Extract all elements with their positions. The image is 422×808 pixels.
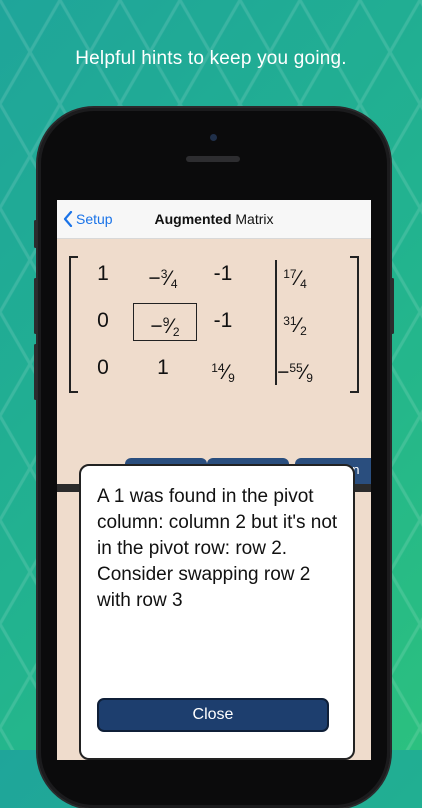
power-button (391, 278, 394, 334)
close-button[interactable]: Close (97, 698, 329, 732)
matrix-cell-r1-c4[interactable]: 17⁄4 (265, 256, 325, 292)
volume-down-button (34, 344, 37, 400)
matrix-cell-r1-c3[interactable]: -1 (193, 256, 253, 292)
matrix-cell-r2-c1[interactable]: 0 (73, 303, 133, 339)
navigation-bar: Setup Augmented Matrix (57, 200, 371, 239)
page-title: Augmented Matrix (57, 211, 371, 227)
matrix-cell-r3-c3[interactable]: 14⁄9 (193, 350, 253, 386)
matrix-cell-r2-c4[interactable]: 31⁄2 (265, 303, 325, 339)
matrix-cell-r3-c2[interactable]: 1 (133, 350, 193, 386)
matrix-cell-r1-c1[interactable]: 1 (73, 256, 133, 292)
volume-up-button (34, 278, 37, 334)
hint-message: A 1 was found in the pivot column: colum… (97, 486, 338, 611)
matrix-cell-r1-c2[interactable]: −3⁄4 (133, 256, 193, 292)
matrix-cell-r3-c1[interactable]: 0 (73, 350, 133, 386)
right-bracket (350, 256, 359, 393)
app-screen: Setup Augmented Matrix 1 −3⁄4 -1 17⁄4 0 −9⁄2-… (57, 200, 371, 760)
earpiece-speaker (186, 156, 240, 162)
page-title-bold: Augmented (154, 211, 232, 227)
phone-frame: Setup Augmented Matrix 1 −3⁄4 -1 17⁄4 0 −9⁄2-… (34, 108, 394, 808)
pivot-cell[interactable]: −9⁄2 (133, 303, 197, 341)
hint-dialog: A 1 was found in the pivot column: colum… (79, 464, 355, 760)
headline: Helpful hints to keep you going. (75, 48, 347, 69)
page-title-rest: Matrix (231, 211, 274, 227)
augmented-matrix: 1 −3⁄4 -1 17⁄4 0 −9⁄2 -1 31⁄2 0 1 14⁄9 −55⁄9 (69, 256, 359, 393)
matrix-cell-r2-c3[interactable]: -1 (193, 303, 253, 339)
front-camera (210, 134, 217, 141)
mute-switch (34, 220, 37, 248)
matrix-cell-r3-c4[interactable]: −55⁄9 (265, 350, 325, 386)
